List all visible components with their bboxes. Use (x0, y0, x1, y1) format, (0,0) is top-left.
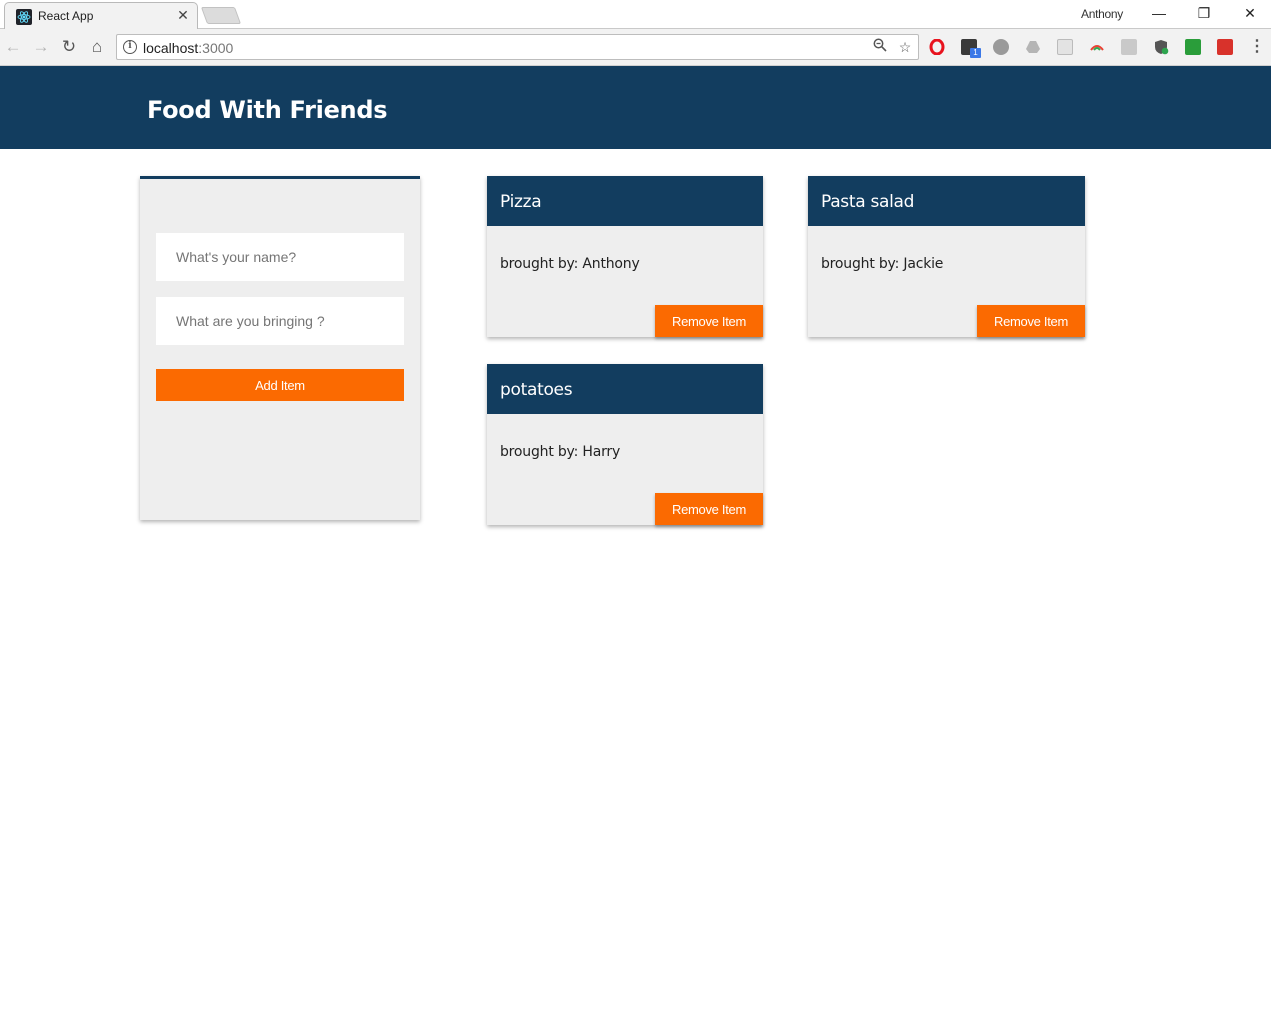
item-brought-by: brought by: Anthony (500, 256, 640, 272)
green-extension-icon[interactable] (1185, 39, 1201, 55)
add-item-button[interactable]: Add Item (156, 369, 404, 401)
new-tab-button[interactable] (200, 7, 242, 24)
remove-item-button[interactable]: Remove Item (977, 305, 1085, 337)
remove-item-button[interactable]: Remove Item (655, 493, 763, 525)
bookmark-star-icon[interactable]: ☆ (896, 38, 914, 56)
item-input[interactable] (156, 297, 404, 345)
url-host: localhost (143, 40, 199, 56)
tab-strip: React App ✕ Anthony — ❐ ✕ (0, 0, 1271, 30)
add-item-form: Add Item (140, 176, 420, 520)
close-window-icon[interactable]: ✕ (1237, 3, 1263, 23)
item-brought-by: brought by: Harry (500, 444, 621, 460)
clapper-extension-icon[interactable]: 1 (961, 39, 981, 58)
document-extension-icon[interactable] (1057, 39, 1073, 55)
item-title: potatoes (500, 380, 573, 400)
extension-badge: 1 (970, 48, 981, 58)
minimize-icon[interactable]: — (1146, 3, 1172, 23)
name-input[interactable] (156, 233, 404, 281)
shield-extension-icon[interactable] (1153, 39, 1169, 55)
item-card: Pizza brought by: Anthony Remove Item (487, 176, 763, 337)
address-bar[interactable]: i localhost:3000 ☆ (116, 34, 919, 60)
app-header: Food With Friends (0, 66, 1271, 149)
restore-icon[interactable]: ❐ (1191, 3, 1217, 23)
profile-name[interactable]: Anthony (1081, 7, 1123, 21)
browser-toolbar: ← → ↻ ⌂ i localhost:3000 ☆ 1 ⋮ (0, 29, 1271, 66)
app-title: Food With Friends (147, 96, 388, 124)
back-icon[interactable]: ← (3, 37, 23, 57)
rainbow-extension-icon[interactable] (1089, 39, 1105, 55)
home-icon[interactable]: ⌂ (87, 37, 107, 57)
forward-icon[interactable]: → (31, 37, 51, 57)
item-brought-by: brought by: Jackie (821, 256, 944, 272)
site-info-icon[interactable]: i (123, 40, 137, 54)
zoom-icon[interactable] (871, 38, 889, 56)
card-header: Pizza (487, 176, 763, 226)
remove-item-button[interactable]: Remove Item (655, 305, 763, 337)
url-port: :3000 (198, 40, 234, 56)
red-extension-icon[interactable] (1217, 39, 1233, 55)
card-header: potatoes (487, 364, 763, 414)
item-title: Pizza (500, 192, 542, 212)
card-header: Pasta salad (808, 176, 1085, 226)
circle-extension-icon[interactable] (993, 39, 1009, 55)
pdf-extension-icon[interactable] (1121, 39, 1137, 55)
item-card: potatoes brought by: Harry Remove Item (487, 364, 763, 525)
browser-tab[interactable]: React App ✕ (4, 2, 198, 30)
tab-close-icon[interactable]: ✕ (175, 7, 191, 23)
url-text[interactable]: localhost:3000 (143, 40, 233, 56)
menu-icon[interactable]: ⋮ (1247, 37, 1267, 57)
item-title: Pasta salad (821, 192, 915, 212)
opera-extension-icon[interactable] (929, 38, 945, 56)
react-logo-icon (16, 9, 32, 25)
drive-extension-icon[interactable] (1025, 39, 1041, 55)
reload-icon[interactable]: ↻ (59, 37, 79, 57)
item-card: Pasta salad brought by: Jackie Remove It… (808, 176, 1085, 337)
tab-title: React App (38, 9, 94, 23)
